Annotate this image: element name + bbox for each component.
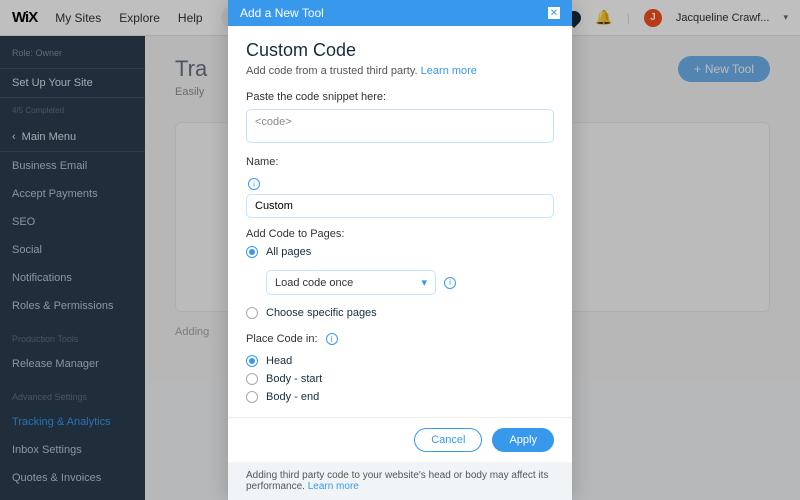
pages-label: Add Code to Pages:: [246, 228, 554, 240]
info-icon[interactable]: i: [248, 178, 260, 190]
modal-footer: Cancel Apply: [228, 417, 572, 462]
radio-head[interactable]: Head: [246, 355, 554, 367]
modal-subtitle: Add code from a trusted third party.: [246, 65, 418, 77]
modal-warning: Adding third party code to your website'…: [228, 462, 572, 500]
warning-text: Adding third party code to your website'…: [246, 470, 548, 492]
radio-icon: [246, 391, 258, 403]
radio-icon: [246, 373, 258, 385]
apply-button[interactable]: Apply: [492, 428, 554, 452]
chevron-down-icon: ▾: [421, 276, 427, 289]
radio-icon: [246, 355, 258, 367]
info-icon[interactable]: i: [326, 333, 338, 345]
cancel-button[interactable]: Cancel: [414, 428, 482, 452]
radio-body-start[interactable]: Body - start: [246, 373, 554, 385]
radio-label: Head: [266, 355, 292, 367]
radio-icon: [246, 307, 258, 319]
load-select[interactable]: Load code once ▾: [266, 270, 436, 295]
radio-all-pages[interactable]: All pages: [246, 246, 554, 258]
radio-body-end[interactable]: Body - end: [246, 391, 554, 403]
modal-title: Custom Code: [246, 40, 554, 61]
info-icon[interactable]: i: [444, 277, 456, 289]
name-input[interactable]: [246, 194, 554, 218]
radio-icon: [246, 246, 258, 258]
custom-code-modal: Add a New Tool ✕ Custom Code Add code fr…: [228, 0, 572, 500]
code-textarea[interactable]: <code>: [246, 109, 554, 143]
radio-specific-pages[interactable]: Choose specific pages: [246, 307, 554, 319]
name-label: Name:: [246, 156, 554, 168]
close-icon[interactable]: ✕: [548, 7, 560, 19]
select-value: Load code once: [275, 277, 353, 289]
radio-label: Body - end: [266, 391, 319, 403]
warning-learn-more[interactable]: Learn more: [308, 481, 359, 492]
modal-header: Add a New Tool ✕: [228, 0, 572, 26]
modal-header-title: Add a New Tool: [240, 6, 324, 20]
radio-label: Choose specific pages: [266, 307, 377, 319]
learn-more-link[interactable]: Learn more: [421, 65, 477, 77]
place-label: Place Code in:: [246, 333, 318, 345]
radio-label: Body - start: [266, 373, 322, 385]
radio-label: All pages: [266, 246, 311, 258]
paste-label: Paste the code snippet here:: [246, 91, 554, 103]
